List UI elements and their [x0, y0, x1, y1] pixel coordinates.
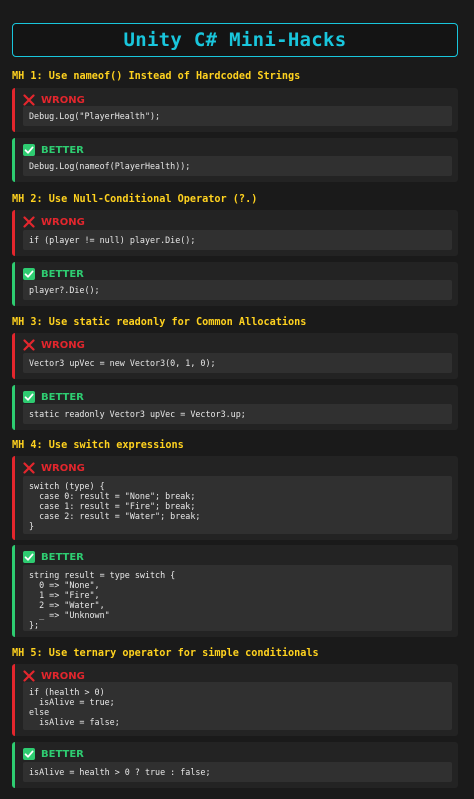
check-icon [23, 144, 35, 156]
wrong-header: WRONG [23, 461, 85, 475]
better-label: BETTER [41, 391, 84, 403]
code-block: player?.Die(); [23, 280, 452, 300]
check-icon [23, 391, 35, 403]
code-block: if (player != null) player.Die(); [23, 230, 452, 250]
wrong-label: WRONG [41, 216, 85, 228]
infographic: Unity C# Mini-Hacks MH 1: Use nameof() I… [0, 0, 474, 799]
x-icon [23, 94, 35, 106]
code-block: switch (type) { case 0: result = "None";… [23, 476, 452, 534]
better-label: BETTER [41, 551, 84, 563]
code-block: Vector3 upVec = new Vector3(0, 1, 0); [23, 353, 452, 373]
check-icon [23, 551, 35, 563]
better-header: BETTER [23, 390, 84, 404]
wrong-label: WRONG [41, 339, 85, 351]
x-icon [23, 216, 35, 228]
x-icon [23, 670, 35, 682]
wrong-card-mh2: WRONG if (player != null) player.Die(); [12, 210, 458, 256]
better-card-mh2: BETTER player?.Die(); [12, 262, 458, 306]
code-block: static readonly Vector3 upVec = Vector3.… [23, 404, 452, 424]
wrong-card-mh4: WRONG switch (type) { case 0: result = "… [12, 456, 458, 540]
check-icon [23, 748, 35, 760]
check-icon [23, 268, 35, 280]
section-title-mh2: MH 2: Use Null-Conditional Operator (?.) [12, 194, 258, 205]
better-label: BETTER [41, 144, 84, 156]
section-title-mh5: MH 5: Use ternary operator for simple co… [12, 648, 319, 659]
better-header: BETTER [23, 143, 84, 157]
code-block: Debug.Log(nameof(PlayerHealth)); [23, 156, 452, 176]
wrong-label: WRONG [41, 94, 85, 106]
wrong-header: WRONG [23, 93, 85, 107]
wrong-header: WRONG [23, 338, 85, 352]
better-label: BETTER [41, 748, 84, 760]
section-title-mh3: MH 3: Use static readonly for Common All… [12, 317, 307, 328]
code-block: string result = type switch { 0 => "None… [23, 565, 452, 631]
x-icon [23, 462, 35, 474]
x-icon [23, 339, 35, 351]
wrong-header: WRONG [23, 669, 85, 683]
title-banner: Unity C# Mini-Hacks [12, 23, 458, 57]
wrong-header: WRONG [23, 215, 85, 229]
wrong-label: WRONG [41, 462, 85, 474]
better-card-mh4: BETTER string result = type switch { 0 =… [12, 545, 458, 637]
code-block: Debug.Log("PlayerHealth"); [23, 106, 452, 126]
page-title: Unity C# Mini-Hacks [123, 29, 347, 51]
better-label: BETTER [41, 268, 84, 280]
better-card-mh3: BETTER static readonly Vector3 upVec = V… [12, 385, 458, 430]
better-header: BETTER [23, 747, 84, 761]
wrong-card-mh3: WRONG Vector3 upVec = new Vector3(0, 1, … [12, 333, 458, 379]
better-card-mh1: BETTER Debug.Log(nameof(PlayerHealth)); [12, 138, 458, 182]
better-header: BETTER [23, 550, 84, 564]
code-block: if (health > 0) isAlive = true; else isA… [23, 682, 452, 730]
section-title-mh4: MH 4: Use switch expressions [12, 440, 184, 451]
section-title-mh1: MH 1: Use nameof() Instead of Hardcoded … [12, 71, 301, 82]
wrong-card-mh5: WRONG if (health > 0) isAlive = true; el… [12, 664, 458, 736]
better-card-mh5: BETTER isAlive = health > 0 ? true : fal… [12, 742, 458, 788]
wrong-label: WRONG [41, 670, 85, 682]
wrong-card-mh1: WRONG Debug.Log("PlayerHealth"); [12, 88, 458, 132]
better-header: BETTER [23, 267, 84, 281]
code-block: isAlive = health > 0 ? true : false; [23, 762, 452, 782]
